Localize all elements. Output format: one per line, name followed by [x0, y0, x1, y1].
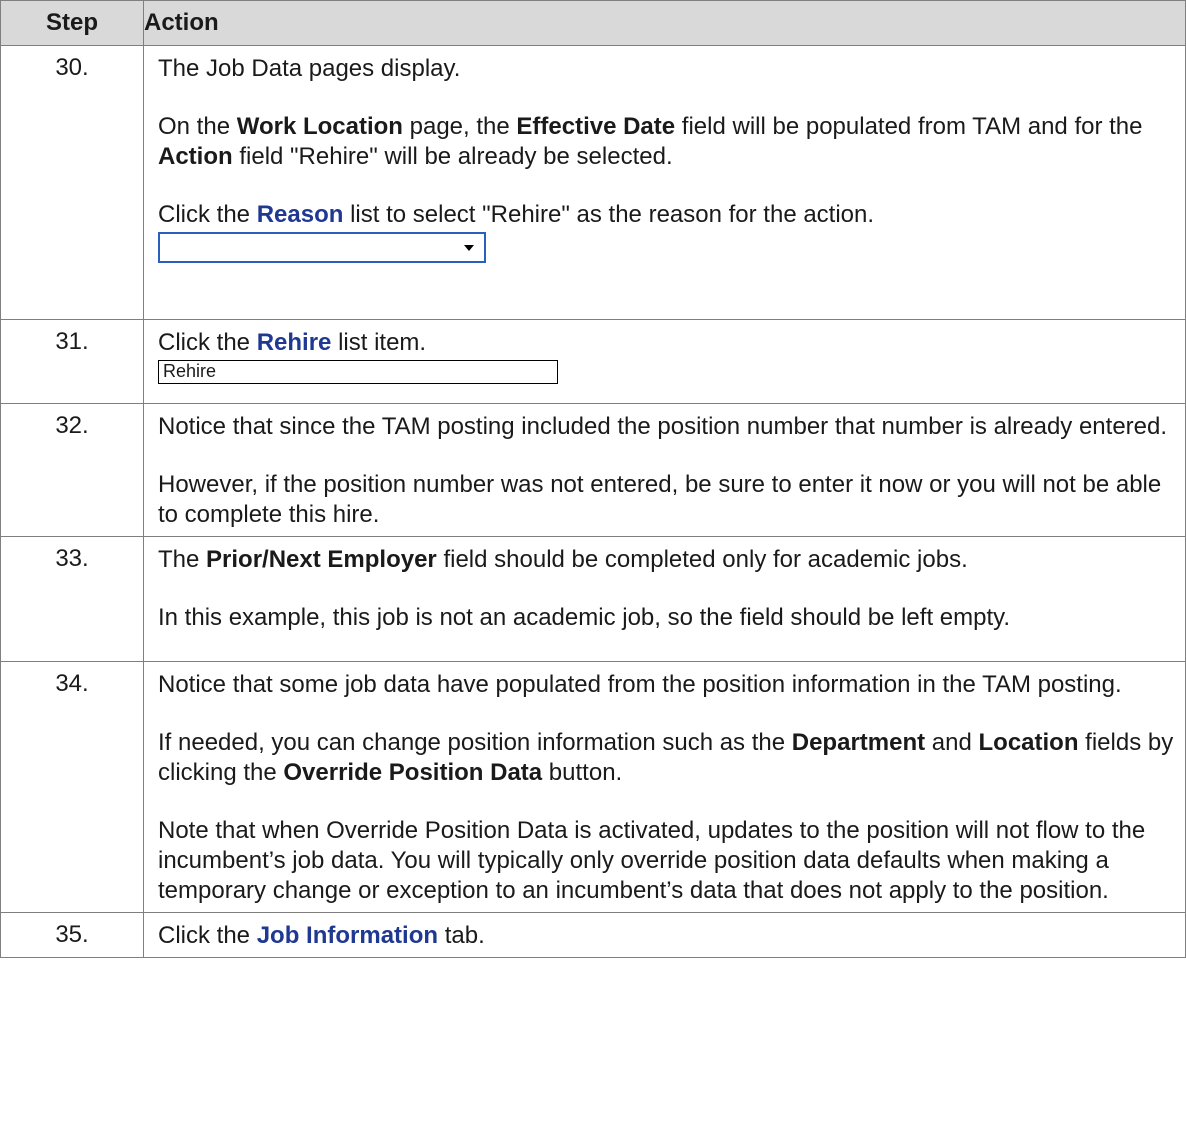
rehire-link: Rehire — [256, 329, 332, 356]
rehire-list-item[interactable]: Rehire — [158, 360, 558, 384]
instruction-text: However, if the position number was not … — [158, 471, 1162, 528]
step-row-34: 34. Notice that some job data have popul… — [0, 661, 1186, 913]
step-number: 34. — [0, 661, 144, 913]
step-row-33: 33. The Prior/Next Employer field should… — [0, 536, 1186, 662]
step-row-30: 30. The Job Data pages display. On the W… — [0, 45, 1186, 320]
steps-table: Step Action 30. The Job Data pages displ… — [0, 0, 1186, 958]
step-action: The Job Data pages display. On the Work … — [143, 45, 1186, 320]
step-number: 30. — [0, 45, 144, 320]
header-row: Step Action — [0, 0, 1186, 46]
chevron-down-icon — [464, 245, 474, 251]
step-column-header: Step — [0, 0, 144, 46]
job-information-link: Job Information — [256, 922, 439, 949]
step-number: 31. — [0, 319, 144, 404]
instruction-text: The Prior/Next Employer field should be … — [158, 546, 968, 573]
instruction-text: Click the Rehire list item. — [158, 329, 427, 356]
step-action: Click the Rehire list item. Rehire — [143, 319, 1186, 404]
instruction-text: Note that when Override Position Data is… — [158, 817, 1146, 904]
reason-dropdown[interactable] — [158, 232, 486, 263]
step-action: Click the Job Information tab. — [143, 912, 1186, 958]
instruction-text: Notice that some job data have populated… — [158, 671, 1122, 698]
step-number: 33. — [0, 536, 144, 662]
instruction-text: Notice that since the TAM posting includ… — [158, 413, 1168, 440]
step-row-35: 35. Click the Job Information tab. — [0, 912, 1186, 958]
instruction-text: If needed, you can change position infor… — [158, 729, 1174, 786]
instruction-text: The Job Data pages display. — [158, 55, 461, 82]
instruction-text: Click the Reason list to select "Rehire"… — [158, 201, 875, 228]
instruction-text: On the Work Location page, the Effective… — [158, 113, 1143, 170]
step-number: 32. — [0, 403, 144, 537]
step-row-32: 32. Notice that since the TAM posting in… — [0, 403, 1186, 537]
step-row-31: 31. Click the Rehire list item. Rehire — [0, 319, 1186, 404]
step-action: The Prior/Next Employer field should be … — [143, 536, 1186, 662]
step-action: Notice that some job data have populated… — [143, 661, 1186, 913]
reason-link: Reason — [256, 201, 344, 228]
step-number: 35. — [0, 912, 144, 958]
step-action: Notice that since the TAM posting includ… — [143, 403, 1186, 537]
instruction-text: Click the Job Information tab. — [158, 922, 485, 949]
instruction-text: In this example, this job is not an acad… — [158, 604, 1011, 631]
action-column-header: Action — [143, 0, 1186, 46]
